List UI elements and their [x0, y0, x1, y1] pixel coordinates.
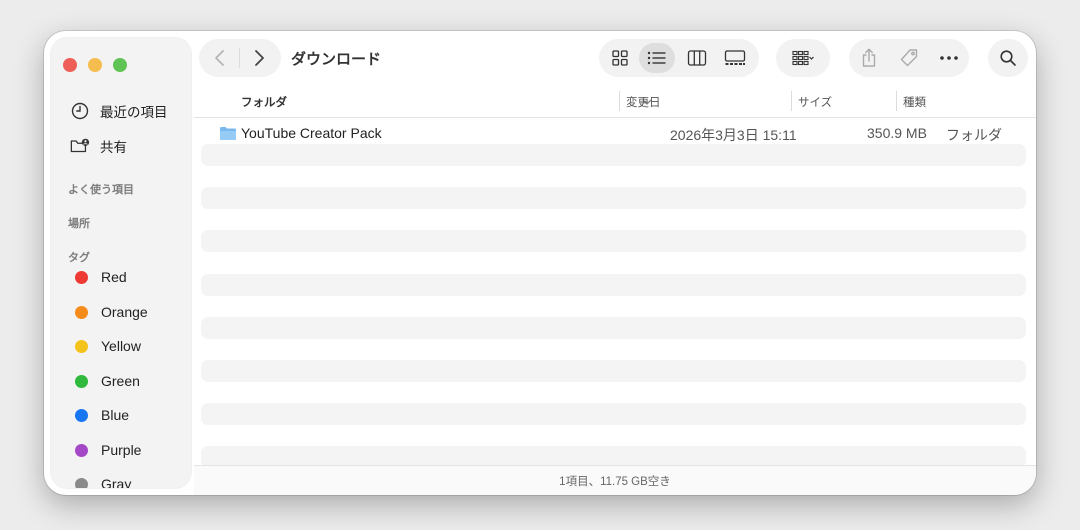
- navigation-buttons: [199, 39, 281, 77]
- sidebar-tag-blue[interactable]: Blue: [75, 404, 129, 426]
- view-mode-group: [599, 39, 759, 77]
- clock-icon: [70, 101, 90, 121]
- list-icon: [647, 51, 666, 65]
- sidebar-tag-green[interactable]: Green: [75, 370, 140, 392]
- search-icon: [1000, 50, 1016, 66]
- share-icon: [862, 48, 876, 67]
- folder-icon: [219, 126, 237, 146]
- empty-row: [201, 360, 1026, 382]
- empty-row: [201, 230, 1026, 252]
- tag-label: Purple: [101, 442, 142, 458]
- empty-row: [201, 274, 1026, 296]
- file-name: YouTube Creator Pack: [241, 125, 382, 141]
- tag-label: Blue: [101, 407, 130, 423]
- section-favorites-header[interactable]: よく使う項目: [68, 181, 134, 197]
- sidebar-tag-red[interactable]: Red: [75, 266, 127, 288]
- tag-label: Gray: [101, 476, 132, 488]
- group-grid-icon: [792, 50, 814, 66]
- file-kind: フォルダ: [946, 127, 1002, 143]
- section-locations-header[interactable]: 場所: [68, 215, 90, 231]
- grid-icon: [612, 50, 628, 66]
- empty-row: [201, 144, 1026, 166]
- finder-window: 最近の項目 共有 よく使う項目 場所 タグ Red Orange Yellow …: [44, 31, 1036, 495]
- search-container: [988, 39, 1028, 77]
- sidebar-tag-purple[interactable]: Purple: [75, 439, 141, 461]
- tag-color-dot: [75, 477, 88, 488]
- columns-icon: [687, 50, 707, 66]
- sidebar-tag-yellow[interactable]: Yellow: [75, 335, 141, 357]
- tag-icon: [900, 49, 918, 67]
- gallery-icon: [724, 50, 746, 65]
- table-row[interactable]: YouTube Creator Pack 2026年3月3日 15:11 350…: [201, 122, 1026, 144]
- column-header-date[interactable]: 変更日: [626, 94, 661, 110]
- sidebar-tag-orange[interactable]: Orange: [75, 301, 148, 323]
- file-size: 350.9 MB: [867, 125, 927, 141]
- list-view-button[interactable]: [639, 43, 675, 73]
- sidebar: 最近の項目 共有 よく使う項目 場所 タグ Red Orange Yellow …: [51, 38, 191, 488]
- status-bar: 1項目、11.75 GB空き: [194, 465, 1036, 495]
- column-header-kind[interactable]: 種類: [903, 94, 926, 110]
- tag-label: Red: [101, 269, 127, 285]
- window-title: ダウンロード: [291, 51, 382, 68]
- tag-label: Orange: [101, 304, 148, 320]
- tag-color-dot: [75, 305, 88, 319]
- sidebar-item-shared[interactable]: 共有: [70, 134, 127, 158]
- sidebar-tag-gray[interactable]: Gray: [75, 473, 131, 488]
- status-text: 1項目、11.75 GB空き: [559, 475, 671, 488]
- back-button[interactable]: [201, 43, 239, 73]
- tag-color-dot: [75, 374, 88, 388]
- empty-row: [201, 403, 1026, 425]
- tag-label: Yellow: [101, 338, 141, 354]
- column-header-bar: フォルダ 変更日 サイズ 種類: [194, 89, 1036, 118]
- column-divider[interactable]: [896, 91, 897, 111]
- tag-color-dot: [75, 408, 88, 422]
- share-button[interactable]: [851, 43, 887, 73]
- search-button[interactable]: [990, 43, 1026, 73]
- more-button[interactable]: [931, 43, 967, 73]
- ellipsis-icon: [940, 56, 958, 60]
- tag-label: Green: [101, 373, 140, 389]
- column-view-button[interactable]: [679, 43, 715, 73]
- zoom-window-button[interactable]: [113, 58, 127, 72]
- icon-view-button[interactable]: [603, 43, 637, 73]
- chevron-left-icon: [215, 50, 224, 66]
- tag-color-dot: [75, 443, 88, 457]
- file-date: 2026年3月3日 15:11: [670, 127, 797, 143]
- empty-row: [201, 317, 1026, 339]
- minimize-window-button[interactable]: [88, 58, 102, 72]
- chevron-right-icon: [255, 50, 264, 66]
- group-by-button[interactable]: [778, 43, 828, 73]
- sidebar-item-label: 共有: [100, 140, 127, 155]
- section-tags-header[interactable]: タグ: [68, 249, 90, 265]
- tag-color-dot: [75, 270, 88, 284]
- tag-button[interactable]: [891, 43, 927, 73]
- gallery-view-button[interactable]: [717, 43, 753, 73]
- tag-color-dot: [75, 339, 88, 353]
- close-window-button[interactable]: [63, 58, 77, 72]
- sidebar-item-label: 最近の項目: [100, 105, 168, 120]
- empty-row: [201, 187, 1026, 209]
- shared-folder-icon: [70, 136, 90, 156]
- column-header-name[interactable]: フォルダ: [241, 94, 287, 110]
- column-header-size[interactable]: サイズ: [798, 94, 832, 110]
- column-divider[interactable]: [619, 91, 620, 111]
- column-divider[interactable]: [791, 91, 792, 111]
- forward-button[interactable]: [240, 43, 278, 73]
- actions-group: [849, 39, 969, 77]
- group-menu: [776, 39, 830, 77]
- sidebar-item-recents[interactable]: 最近の項目: [70, 99, 168, 123]
